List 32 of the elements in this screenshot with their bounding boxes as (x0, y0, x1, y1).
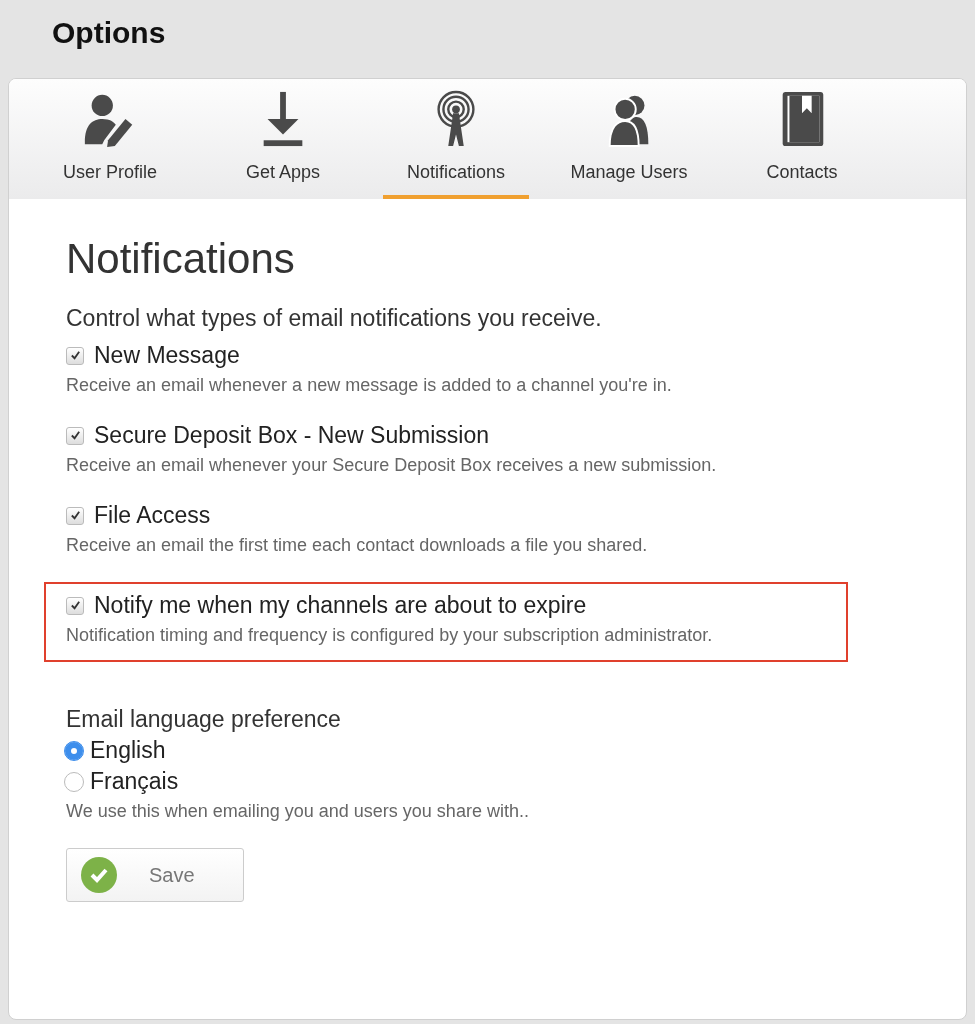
check-icon (69, 510, 81, 521)
tab[interactable]: Contacts (729, 79, 875, 199)
option-label: Notify me when my channels are about to expire (94, 592, 587, 619)
checkbox[interactable] (66, 596, 84, 615)
checkbox[interactable] (66, 426, 84, 445)
option-label: New Message (94, 342, 240, 369)
option-description: Receive an email whenever your Secure Deposit Box receives a new submission. (66, 455, 718, 476)
check-icon (69, 430, 81, 441)
radio-button[interactable] (64, 740, 84, 761)
option-label: File Access (94, 502, 211, 529)
tab[interactable]: User Profile (37, 79, 183, 199)
language-option: Français (90, 768, 179, 795)
checkbox[interactable] (66, 346, 84, 365)
page-title: Options (52, 16, 167, 51)
language-option: English (90, 737, 166, 764)
save-button[interactable]: Save (66, 848, 244, 902)
check-icon (69, 350, 81, 361)
intro-text: Control what types of email notifications you receive. (66, 305, 603, 332)
option-description: Receive an email the first time each contact downloads a file you shared. (66, 535, 649, 556)
section-heading: Notifications (66, 235, 296, 283)
tab[interactable]: Manage Users (556, 79, 702, 199)
tab[interactable]: Get Apps (210, 79, 356, 199)
option-description: Notification timing and frequency is configured by your subscription administrator. (66, 625, 714, 646)
checkbox[interactable] (66, 506, 84, 525)
check-icon (69, 600, 81, 611)
language-note: We use this when emailing you and users you share with.. (66, 801, 530, 822)
option-label: Secure Deposit Box - New Submission (94, 422, 489, 449)
option-description: Receive an email whenever a new message is added to a channel you're in. (66, 375, 673, 396)
language-heading: Email language preference (66, 706, 342, 733)
check-circle-icon (81, 857, 117, 893)
tab[interactable]: Notifications (383, 79, 529, 199)
radio-button[interactable] (64, 771, 84, 792)
